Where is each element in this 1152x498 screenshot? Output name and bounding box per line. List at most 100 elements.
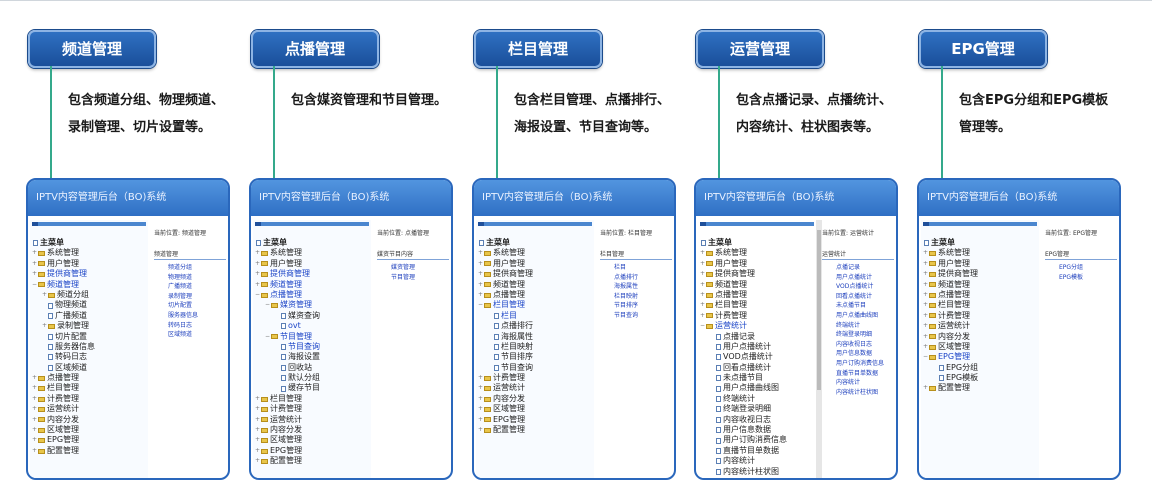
tree-item[interactable]: + 频道分组: [30, 290, 148, 300]
tree-item[interactable]: 缓存节目: [253, 383, 371, 393]
tree-item[interactable]: + 用户管理: [30, 259, 148, 269]
expander-icon[interactable]: +: [923, 332, 928, 342]
expander-icon[interactable]: +: [700, 311, 705, 321]
tree-item[interactable]: + 栏目管理: [698, 300, 816, 310]
tree-item[interactable]: 回看点播统计: [698, 363, 816, 373]
tree-item[interactable]: + 区域管理: [30, 425, 148, 435]
tree-item[interactable]: 节目查询: [253, 342, 371, 352]
section-tab[interactable]: EPG管理: [919, 30, 1047, 68]
tree-item[interactable]: + 计费管理: [698, 311, 816, 321]
tree-item[interactable]: + 区域管理: [253, 435, 371, 445]
content-link[interactable]: 内容统计: [836, 378, 894, 388]
expander-icon[interactable]: +: [32, 446, 37, 456]
content-link[interactable]: 内容统计柱状图: [836, 388, 894, 398]
expander-icon[interactable]: +: [923, 259, 928, 269]
expander-icon[interactable]: +: [32, 435, 37, 445]
content-link[interactable]: EPG分组: [1059, 263, 1117, 273]
expander-icon[interactable]: +: [255, 415, 260, 425]
content-link[interactable]: 用户点播曲线图: [836, 311, 894, 321]
expander-icon[interactable]: +: [42, 321, 47, 331]
tree-item[interactable]: 海报属性: [476, 332, 594, 342]
expander-icon[interactable]: −: [265, 300, 270, 310]
tree-item[interactable]: + 系统管理: [476, 248, 594, 258]
tree-item[interactable]: + 运营统计: [921, 321, 1039, 331]
tree-item[interactable]: + 系统管理: [921, 248, 1039, 258]
expander-icon[interactable]: +: [700, 280, 705, 290]
expander-icon[interactable]: +: [923, 248, 928, 258]
expander-icon[interactable]: +: [923, 269, 928, 279]
expander-icon[interactable]: −: [478, 300, 483, 310]
tree-item[interactable]: + 计费管理: [476, 373, 594, 383]
content-link[interactable]: 终端统计: [836, 321, 894, 331]
content-link[interactable]: 点播记录: [836, 263, 894, 273]
tree-item[interactable]: + 提供商管理: [253, 269, 371, 279]
expander-icon[interactable]: +: [255, 446, 260, 456]
expander-icon[interactable]: +: [255, 259, 260, 269]
tree-item[interactable]: + 栏目管理: [253, 394, 371, 404]
content-link[interactable]: VOD点播统计: [836, 282, 894, 292]
tree-item[interactable]: + 点播管理: [921, 290, 1039, 300]
tree-item[interactable]: 主菜单: [476, 238, 594, 248]
tree-item[interactable]: 媒资查询: [253, 311, 371, 321]
tree-item[interactable]: + 配置管理: [253, 456, 371, 466]
expander-icon[interactable]: +: [478, 248, 483, 258]
tree-item[interactable]: + 系统管理: [698, 248, 816, 258]
tree-item[interactable]: + 用户管理: [253, 259, 371, 269]
tree-item[interactable]: + 栏目管理: [921, 300, 1039, 310]
expander-icon[interactable]: +: [255, 456, 260, 466]
content-link[interactable]: EPG模板: [1059, 273, 1117, 283]
content-link[interactable]: 用户信息数据: [836, 349, 894, 359]
content-link[interactable]: 区域频道: [168, 330, 226, 340]
content-link[interactable]: 回看点播统计: [836, 292, 894, 302]
tree-item[interactable]: + 提供商管理: [30, 269, 148, 279]
tree-item[interactable]: + 运营统计: [253, 415, 371, 425]
expander-icon[interactable]: +: [478, 425, 483, 435]
tree-item[interactable]: + 配置管理: [476, 425, 594, 435]
tree-item[interactable]: 终端统计: [698, 394, 816, 404]
tree-item[interactable]: + 计费管理: [30, 394, 148, 404]
section-tab[interactable]: 点播管理: [251, 30, 379, 68]
tree-item[interactable]: 终端登录明细: [698, 404, 816, 414]
content-link[interactable]: 频道分组: [168, 263, 226, 273]
tree-item[interactable]: − 运营统计: [698, 321, 816, 331]
tree-item[interactable]: 海报设置: [253, 352, 371, 362]
expander-icon[interactable]: +: [32, 373, 37, 383]
content-link[interactable]: 节目管理: [391, 273, 449, 283]
tree-item[interactable]: 用户点播曲线图: [698, 383, 816, 393]
tree-item[interactable]: EPG模板: [921, 373, 1039, 383]
expander-icon[interactable]: +: [923, 290, 928, 300]
expander-icon[interactable]: −: [265, 332, 270, 342]
content-link[interactable]: 终端登录明细: [836, 330, 894, 340]
tree-item[interactable]: − EPG管理: [921, 352, 1039, 362]
expander-icon[interactable]: +: [255, 280, 260, 290]
content-link[interactable]: 栏目映射: [614, 292, 672, 302]
expander-icon[interactable]: +: [32, 269, 37, 279]
content-link[interactable]: 未点播节目: [836, 301, 894, 311]
tree-item[interactable]: + 配置管理: [30, 446, 148, 456]
tree-item[interactable]: 未点播节目: [698, 373, 816, 383]
tree-item[interactable]: + 提供商管理: [698, 269, 816, 279]
expander-icon[interactable]: +: [32, 248, 37, 258]
content-link[interactable]: 物理频道: [168, 273, 226, 283]
tree-item[interactable]: 物理频道: [30, 300, 148, 310]
expander-icon[interactable]: +: [32, 259, 37, 269]
tree-item[interactable]: − 点播管理: [253, 290, 371, 300]
tree-item[interactable]: EPG分组: [921, 363, 1039, 373]
tree-item[interactable]: + 用户管理: [698, 259, 816, 269]
tree-item[interactable]: 节目排序: [476, 352, 594, 362]
tree-item[interactable]: 点播记录: [698, 332, 816, 342]
tree-item[interactable]: + EPG管理: [30, 435, 148, 445]
content-link[interactable]: 点播排行: [614, 273, 672, 283]
content-link[interactable]: 媒资管理: [391, 263, 449, 273]
content-link[interactable]: 转码日志: [168, 321, 226, 331]
expander-icon[interactable]: +: [32, 394, 37, 404]
tree-item[interactable]: 区域频道: [30, 363, 148, 373]
section-tab[interactable]: 运营管理: [696, 30, 824, 68]
tree-item[interactable]: + 内容分发: [476, 394, 594, 404]
expander-icon[interactable]: +: [255, 394, 260, 404]
expander-icon[interactable]: +: [32, 404, 37, 414]
tree-item[interactable]: + 提供商管理: [476, 269, 594, 279]
expander-icon[interactable]: +: [923, 311, 928, 321]
tree-item[interactable]: 内容统计: [698, 456, 816, 466]
tree-item[interactable]: + 运营统计: [30, 404, 148, 414]
